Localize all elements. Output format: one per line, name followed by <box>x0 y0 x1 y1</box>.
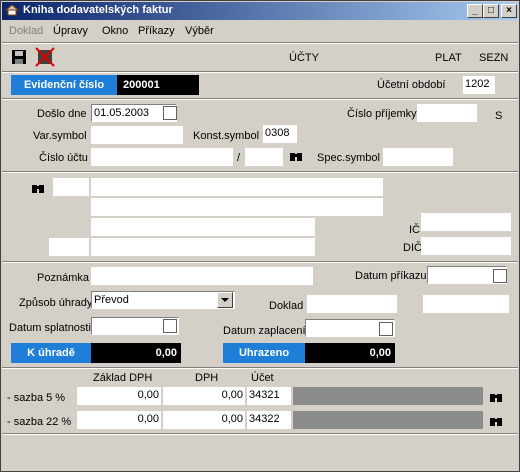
ic-label: IČ <box>409 224 420 236</box>
evidencni-value: 200001 <box>117 75 199 95</box>
chevron-down-icon[interactable] <box>217 292 233 308</box>
splatnost-label: Datum splatnosti <box>9 322 91 334</box>
poznamka-field[interactable] <box>91 267 313 285</box>
header-separator <box>2 98 518 100</box>
obdobi-field[interactable]: 1202 <box>463 76 495 94</box>
uhrazeno-label: Uhrazeno <box>223 343 305 363</box>
menu-upravy[interactable]: Úpravy <box>53 25 88 37</box>
binoculars-icon[interactable] <box>31 182 45 194</box>
vat-row-label: - sazba 5 % <box>7 392 66 404</box>
bank-code-field[interactable] <box>245 148 283 166</box>
partner-name-field[interactable] <box>91 178 383 196</box>
minimize-button[interactable]: _ <box>467 4 483 18</box>
cislo-uctu-label: Číslo účtu <box>39 152 88 164</box>
sezn-button[interactable]: SEZN <box>479 51 508 65</box>
datum-prikazu-label: Datum příkazu <box>355 270 427 282</box>
menu-vyber[interactable]: Výběr <box>185 25 214 37</box>
payment-separator <box>2 367 518 369</box>
vat-ucet-field[interactable]: 34322 <box>247 411 291 429</box>
var-symbol-field[interactable] <box>91 126 183 144</box>
s-label: S <box>495 110 503 122</box>
vat-separator <box>2 433 518 435</box>
invoice-window: Kniha dodavatelských faktur _ □ × Doklad… <box>0 0 520 472</box>
slash-label: / <box>237 152 241 164</box>
calendar-icon[interactable] <box>493 269 507 283</box>
vat-ucet-field[interactable]: 34321 <box>247 387 291 405</box>
vat-dph-field[interactable]: 0,00 <box>163 411 245 429</box>
doc-separator <box>2 171 518 173</box>
partner-zip-field[interactable] <box>49 238 89 256</box>
doklad2-field[interactable] <box>423 295 509 313</box>
calendar-icon[interactable] <box>163 106 177 120</box>
ic-field[interactable] <box>421 213 511 231</box>
menu-doklad[interactable]: Doklad <box>9 25 43 37</box>
partner-separator <box>2 261 518 263</box>
ucty-button[interactable]: ÚČTY <box>289 51 319 65</box>
partner-code-field[interactable] <box>53 178 89 196</box>
spec-symbol-label: Spec.symbol <box>317 152 380 164</box>
zpusob-select[interactable]: Převod <box>91 291 235 309</box>
zpusob-label: Způsob úhrady <box>19 297 93 309</box>
binoculars-icon[interactable] <box>489 391 503 403</box>
cislo-prijemky-field[interactable] <box>417 104 477 122</box>
plat-button[interactable]: PLAT <box>435 51 462 65</box>
uhrazeno-value: 0,00 <box>305 343 395 363</box>
menu-okno[interactable]: Okno <box>102 25 128 37</box>
zaplaceni-label: Datum zaplacení <box>223 325 306 337</box>
konst-symbol-field[interactable]: 0308 <box>263 125 297 143</box>
cislo-uctu-field[interactable] <box>91 148 233 166</box>
close-button[interactable]: × <box>501 4 517 18</box>
vat-header-zaklad: Základ DPH <box>93 372 153 384</box>
binoculars-icon[interactable] <box>289 150 303 162</box>
doslo-label: Došlo dne <box>37 108 87 120</box>
konst-symbol-label: Konst.symbol <box>193 130 260 142</box>
calendar-icon[interactable] <box>163 319 177 333</box>
save-icon[interactable] <box>11 49 27 65</box>
vat-header-ucet: Účet <box>251 372 274 384</box>
partner-city-field[interactable] <box>91 238 315 256</box>
partner-name2-field[interactable] <box>91 198 383 216</box>
calendar-icon[interactable] <box>379 322 393 336</box>
vat-account-name <box>293 411 483 429</box>
k-uhrade-label: K úhradě <box>11 343 91 363</box>
vat-zaklad-field[interactable]: 0,00 <box>77 411 161 429</box>
vat-row-label: - sazba 22 % <box>7 416 72 428</box>
vat-account-name <box>293 387 483 405</box>
vat-zaklad-field[interactable]: 0,00 <box>77 387 161 405</box>
partner-street-field[interactable] <box>91 218 315 236</box>
vat-header-dph: DPH <box>195 372 219 384</box>
app-icon <box>5 4 19 16</box>
doklad-label: Doklad <box>269 300 304 312</box>
cislo-prijemky-label: Číslo příjemky <box>347 108 417 120</box>
toolbar-separator <box>2 71 518 73</box>
maximize-button[interactable]: □ <box>483 4 499 18</box>
menu-prikazy[interactable]: Příkazy <box>138 25 175 37</box>
obdobi-label: Účetní období <box>377 79 446 91</box>
binoculars-icon[interactable] <box>489 415 503 427</box>
poznamka-label: Poznámka <box>37 272 89 284</box>
dic-label: DIČ <box>403 242 422 254</box>
dic-field[interactable] <box>421 237 511 255</box>
vat-dph-field[interactable]: 0,00 <box>163 387 245 405</box>
doklad-field[interactable] <box>307 295 397 313</box>
window-title: Kniha dodavatelských faktur <box>23 4 173 16</box>
spec-symbol-field[interactable] <box>383 148 453 166</box>
menu-separator <box>2 42 518 44</box>
k-uhrade-value: 0,00 <box>91 343 181 363</box>
var-symbol-label: Var.symbol <box>33 130 87 142</box>
delete-icon[interactable] <box>35 47 55 67</box>
evidencni-label: Evidenční číslo <box>11 75 117 95</box>
